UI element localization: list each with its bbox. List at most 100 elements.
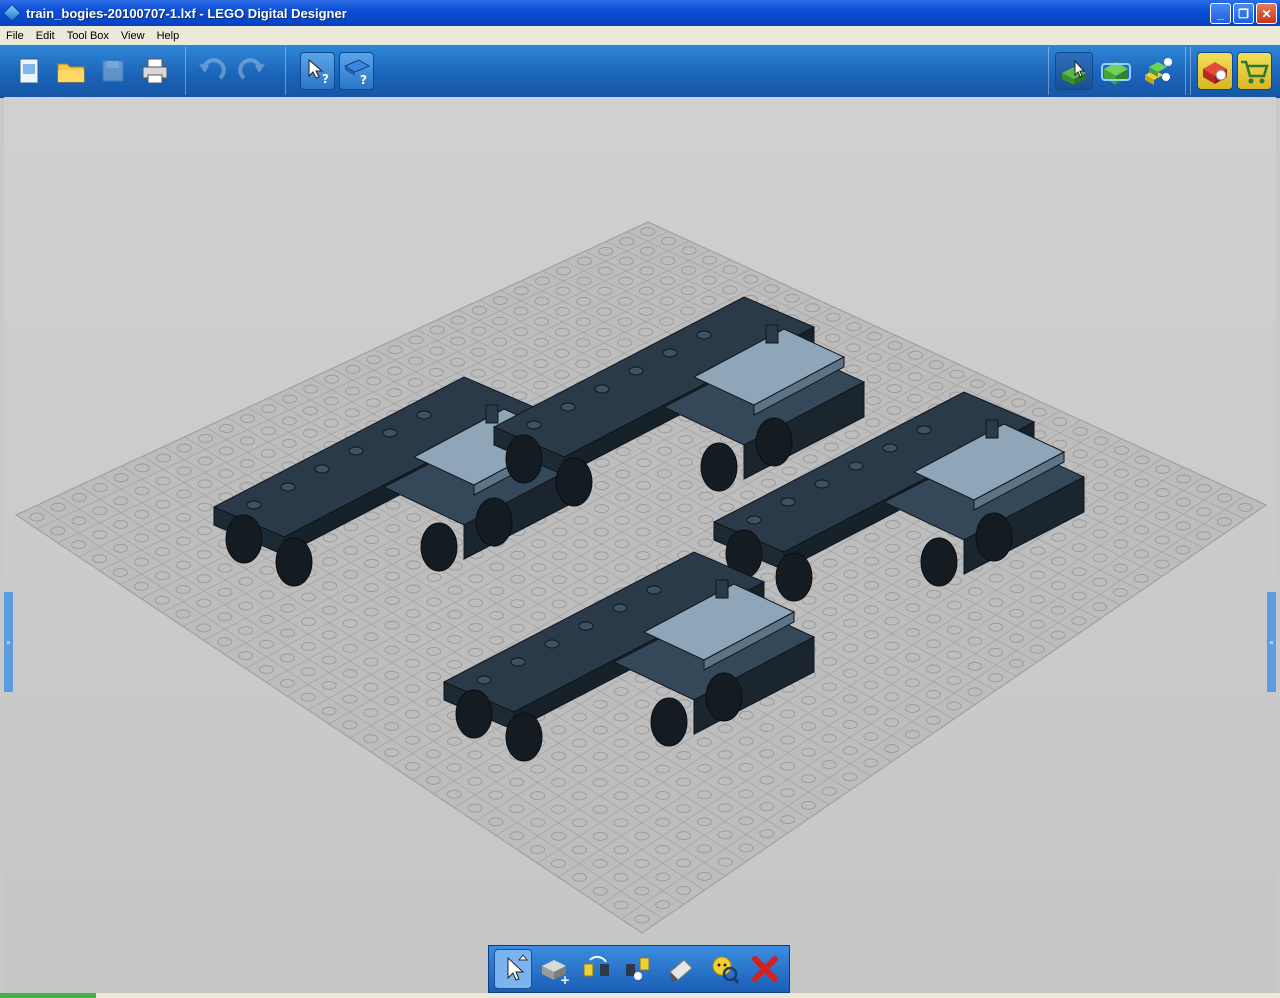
- chassis-stud: [628, 366, 644, 376]
- menu-bar: File Edit Tool Box View Help: [0, 26, 1280, 45]
- wheel: [225, 514, 263, 564]
- chassis-stud: [746, 515, 762, 525]
- hide-tool-button[interactable]: [704, 949, 742, 989]
- chassis-stud: [882, 443, 898, 453]
- status-progress: [0, 993, 96, 998]
- build-mode-icon: [1062, 59, 1086, 85]
- wheel: [920, 537, 958, 587]
- main-toolbar: ? ?: [0, 45, 1280, 98]
- wheel: [555, 457, 593, 507]
- right-panel-toggle[interactable]: «: [1267, 592, 1276, 692]
- pivot-pin: [765, 324, 779, 344]
- pivot-pin: [715, 579, 729, 599]
- chassis-stud: [280, 482, 296, 492]
- history-toolbar-group: [186, 47, 286, 95]
- wheel: [275, 537, 313, 587]
- chassis-stud: [246, 500, 262, 510]
- shop-toolbar-group: [1190, 47, 1278, 95]
- wheel: [505, 434, 543, 484]
- status-bar: [0, 993, 1280, 998]
- chassis-stud: [594, 384, 610, 394]
- scene-canvas[interactable]: [4, 97, 1276, 993]
- menu-toolbox[interactable]: Tool Box: [61, 30, 115, 42]
- print-icon: [142, 58, 168, 84]
- paint-tool-icon: [669, 959, 693, 982]
- building-guide-mode-button[interactable]: [1139, 52, 1177, 90]
- chassis-stud: [314, 464, 330, 474]
- save-icon: [102, 60, 124, 82]
- wheel: [975, 512, 1013, 562]
- wheel: [650, 697, 688, 747]
- clone-tool-icon: +: [542, 960, 570, 986]
- build-mode-button[interactable]: [1055, 52, 1093, 90]
- building-guide-mode-icon: [1145, 58, 1172, 85]
- chassis-stud: [348, 446, 364, 456]
- menu-help[interactable]: Help: [151, 30, 186, 42]
- help-toolbar-group: ? ?: [294, 47, 380, 95]
- close-button[interactable]: ✕: [1256, 3, 1277, 24]
- select-tool-button[interactable]: [494, 949, 532, 989]
- wheel: [475, 497, 513, 547]
- pointer-help-button[interactable]: ?: [300, 52, 335, 90]
- chassis-stud: [544, 639, 560, 649]
- view-mode-button[interactable]: [1097, 52, 1135, 90]
- redo-icon: [238, 58, 265, 80]
- mode-toolbar-group: [1048, 47, 1186, 95]
- hide-tool-icon: [712, 956, 740, 984]
- book-help-icon: ?: [343, 59, 370, 86]
- pivot-pin: [985, 419, 999, 439]
- chassis-stud: [916, 425, 932, 435]
- svg-text:?: ?: [322, 72, 329, 86]
- window-title: train_bogies-20100707-1.lxf - LEGO Digit…: [26, 5, 347, 21]
- chassis-stud: [416, 410, 432, 420]
- chassis-stud: [382, 428, 398, 438]
- chassis-stud: [848, 461, 864, 471]
- new-file-icon: [19, 58, 39, 84]
- paint-tool-button[interactable]: [662, 949, 700, 989]
- chassis-stud: [560, 402, 576, 412]
- hinge-align-tool-icon: [626, 957, 650, 980]
- menu-view[interactable]: View: [115, 30, 151, 42]
- pointer-help-icon: ?: [308, 58, 329, 86]
- file-toolbar-group: [4, 47, 186, 95]
- redo-button[interactable]: [234, 52, 272, 90]
- wheel: [755, 417, 793, 467]
- tool-box: +: [488, 945, 790, 993]
- wheel: [705, 672, 743, 722]
- book-help-button[interactable]: ?: [339, 52, 374, 90]
- hinge-tool-button[interactable]: [578, 949, 616, 989]
- open-folder-icon: [57, 63, 85, 83]
- save-button[interactable]: [94, 52, 132, 90]
- chassis-stud: [696, 330, 712, 340]
- hinge-align-tool-button[interactable]: [620, 949, 658, 989]
- brick-price-icon: [1202, 62, 1227, 84]
- chassis-stud: [510, 657, 526, 667]
- chassis-stud: [662, 348, 678, 358]
- clone-tool-button[interactable]: +: [536, 949, 574, 989]
- shopping-cart-icon: [1241, 60, 1269, 84]
- undo-button[interactable]: [192, 52, 230, 90]
- svg-text:?: ?: [360, 73, 367, 86]
- brick-price-button[interactable]: [1197, 52, 1233, 90]
- chassis-stud: [612, 603, 628, 613]
- chassis-stud: [578, 621, 594, 631]
- pivot-pin: [485, 404, 499, 424]
- baseplate[interactable]: [14, 221, 1268, 934]
- new-file-button[interactable]: [10, 52, 48, 90]
- wheel: [455, 689, 493, 739]
- shopping-cart-button[interactable]: [1236, 52, 1272, 90]
- maximize-button[interactable]: ❐: [1233, 3, 1254, 24]
- wheel: [420, 522, 458, 572]
- menu-file[interactable]: File: [0, 30, 30, 42]
- delete-tool-button[interactable]: [746, 949, 784, 989]
- minimize-button[interactable]: _: [1210, 3, 1231, 24]
- title-bar: train_bogies-20100707-1.lxf - LEGO Digit…: [0, 0, 1280, 26]
- left-panel-toggle[interactable]: »: [4, 592, 13, 692]
- menu-edit[interactable]: Edit: [30, 30, 61, 42]
- scene-viewport[interactable]: » «: [4, 97, 1276, 993]
- view-mode-icon: [1101, 62, 1131, 85]
- delete-tool-icon: [752, 956, 778, 982]
- print-button[interactable]: [136, 52, 174, 90]
- select-tool-icon: [507, 954, 529, 981]
- open-file-button[interactable]: [52, 52, 90, 90]
